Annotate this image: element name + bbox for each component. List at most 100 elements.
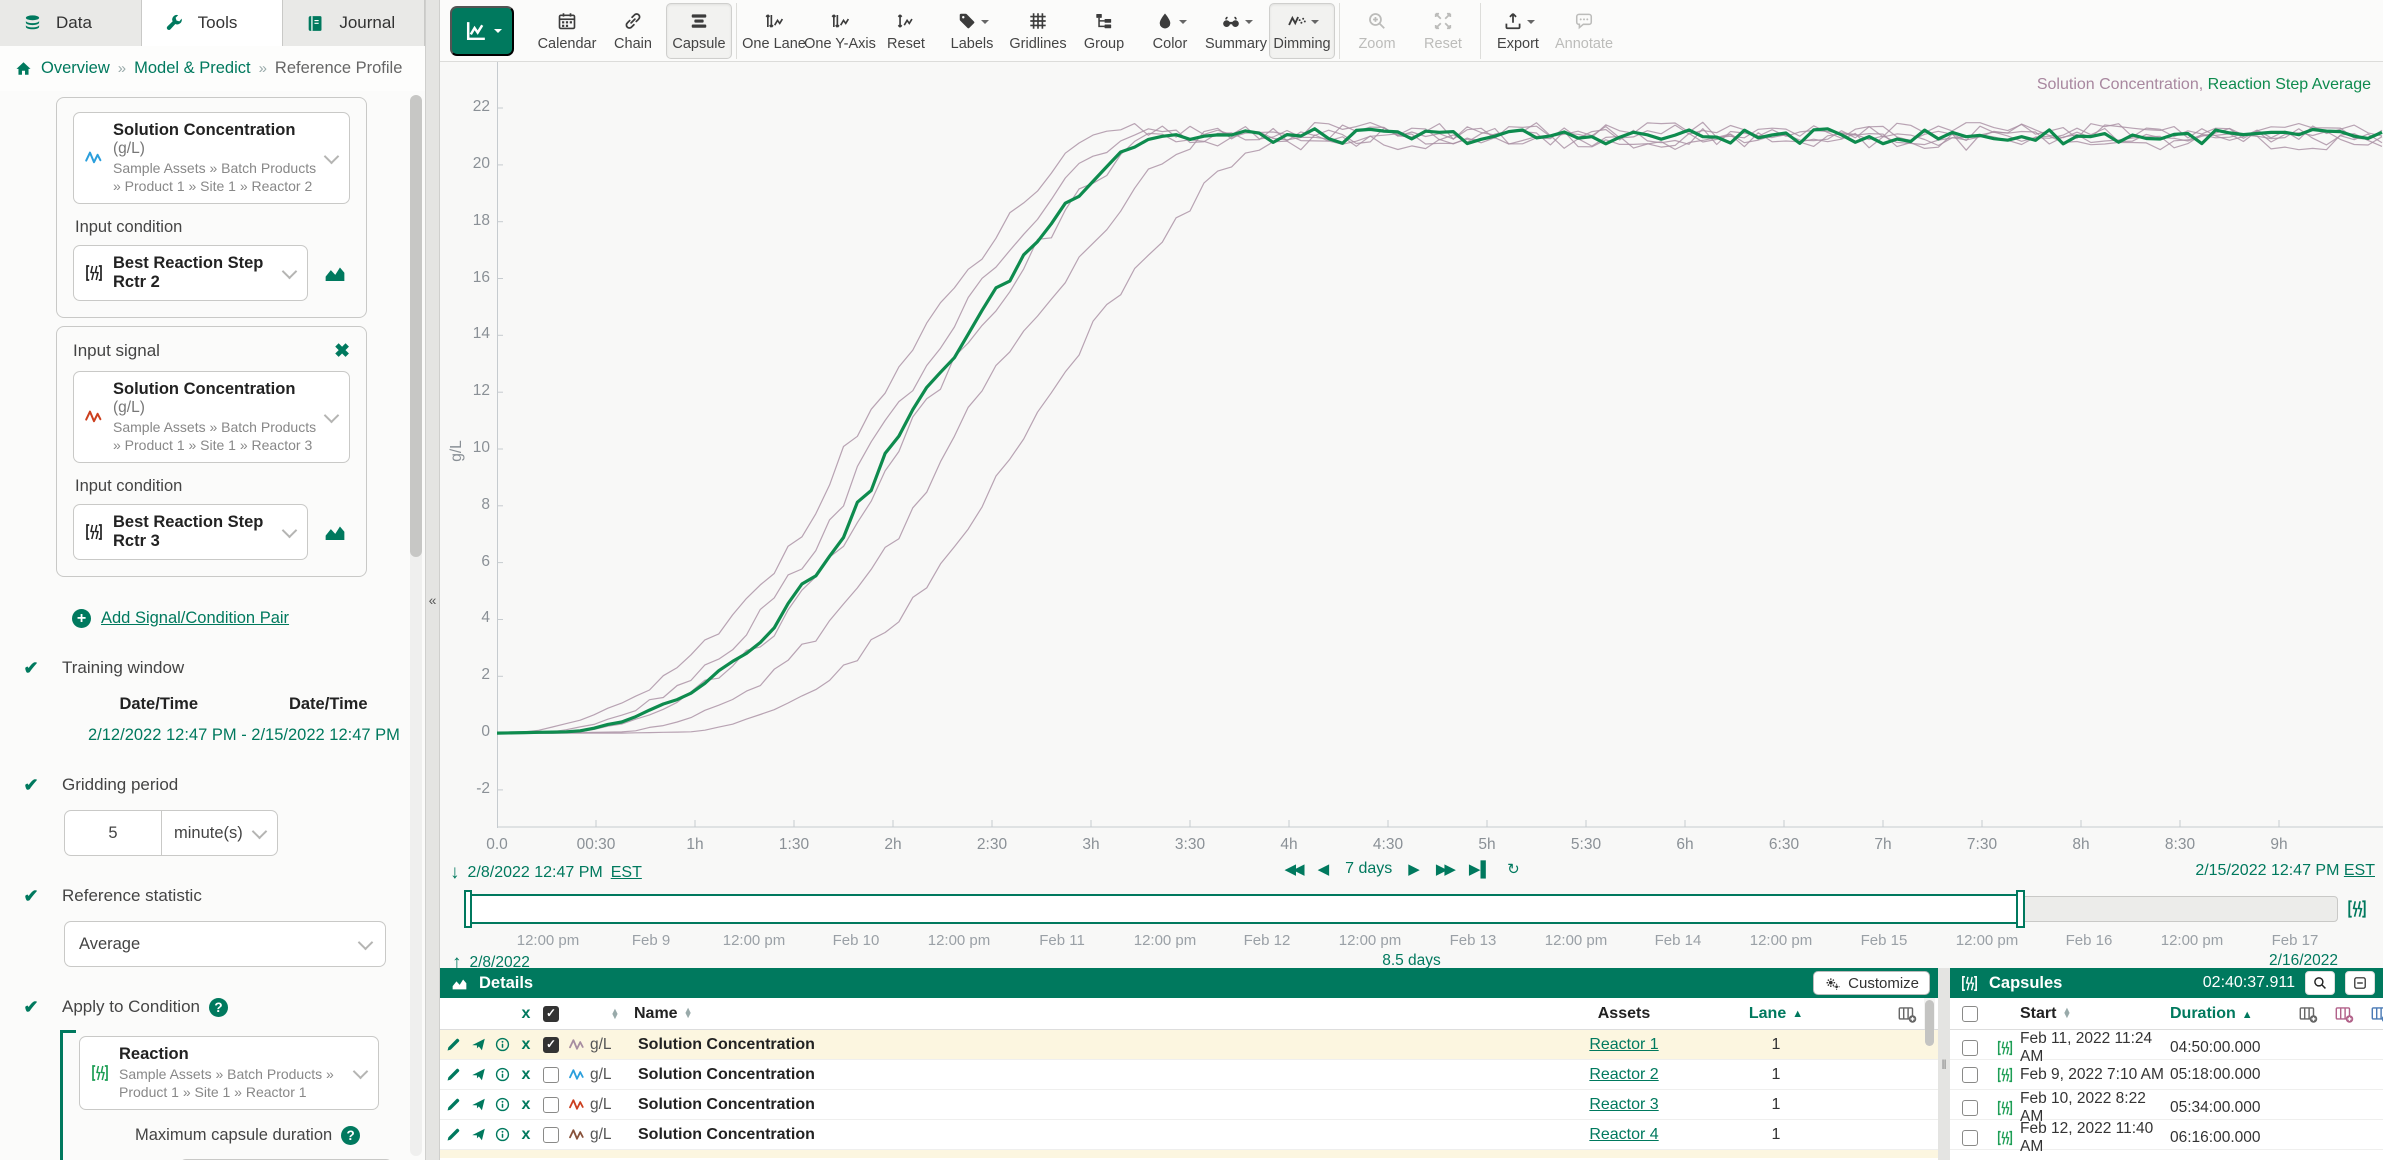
timezone-link[interactable]: EST xyxy=(2344,862,2375,879)
sort-icon[interactable]: ▲▼ xyxy=(2062,1008,2071,1018)
toolbar-dimming-button[interactable]: Dimming xyxy=(1269,3,1335,59)
toolbar-reset-button[interactable]: Reset xyxy=(873,3,939,59)
apply-condition-select[interactable]: Reaction Sample Assets » Batch Products … xyxy=(79,1036,379,1110)
help-icon[interactable]: ? xyxy=(341,1126,360,1145)
zoom-to-capsule-button[interactable] xyxy=(2305,971,2335,995)
toolbar-labels-button[interactable]: Labels xyxy=(939,3,1005,59)
timebar-track[interactable] xyxy=(464,896,2338,922)
toolbar-group-button[interactable]: Group xyxy=(1071,3,1137,59)
name-column-header[interactable]: Name▲▼ xyxy=(634,1005,1524,1023)
row-checkbox[interactable] xyxy=(543,1097,559,1113)
remove-icon[interactable]: x xyxy=(514,1066,538,1084)
remove-pair-icon[interactable]: ✖ xyxy=(334,342,350,361)
legend-reaction-step-average[interactable]: Reaction Step Average xyxy=(2208,76,2371,93)
tab-journal[interactable]: Journal xyxy=(283,0,425,46)
start-column-header[interactable]: Start▲▼ xyxy=(2020,1005,2170,1023)
input-signal-select-1[interactable]: Solution Concentration (g/L) Sample Asse… xyxy=(73,112,350,204)
area-chart-icon[interactable] xyxy=(320,519,350,545)
reference-statistic-select[interactable]: Average xyxy=(64,921,386,967)
row-checkbox[interactable] xyxy=(543,1127,559,1143)
refresh-icon[interactable]: ↻ xyxy=(1507,860,1520,878)
capsule-checkbox[interactable] xyxy=(1962,1130,1978,1146)
panel-resize-handle[interactable]: ‖ xyxy=(1938,968,1950,1160)
toolbar-color-button[interactable]: Color xyxy=(1137,3,1203,59)
step-size-label[interactable]: 7 days xyxy=(1345,860,1392,878)
collapse-panel-button[interactable] xyxy=(2345,971,2375,995)
breadcrumb-overview[interactable]: Overview xyxy=(41,59,110,78)
duration-column-header[interactable]: Duration▲ xyxy=(2170,1005,2292,1023)
legend-solution-concentration[interactable]: Solution Concentration xyxy=(2037,76,2199,93)
capsule-checkbox[interactable] xyxy=(1962,1040,1978,1056)
step-back-fast-button[interactable]: ◀◀ xyxy=(1285,860,1302,878)
capsule-icon[interactable] xyxy=(2346,898,2368,920)
toolbar-one-lane-button[interactable]: One Lane xyxy=(741,3,807,59)
step-back-button[interactable]: ◀ xyxy=(1318,860,1330,878)
timebar-end-date[interactable]: 2/16/2022 xyxy=(2269,952,2338,970)
toolbar-reset-button[interactable]: Reset xyxy=(1410,3,1476,59)
asset-link[interactable]: Reactor 2 xyxy=(1589,1066,1658,1084)
trend-view-button[interactable] xyxy=(450,6,514,56)
step-to-end-button[interactable]: ▶▌ xyxy=(1469,860,1491,878)
timebar-selected-range[interactable] xyxy=(464,894,2022,924)
toolbar-gridlines-button[interactable]: Gridlines xyxy=(1005,3,1071,59)
timebar-left-handle[interactable] xyxy=(464,890,472,928)
toolbar-annotate-button[interactable]: Annotate xyxy=(1551,3,1617,59)
remove-all-column-header[interactable]: x xyxy=(514,1005,538,1023)
remove-icon[interactable]: x xyxy=(514,1096,538,1114)
details-scrollbar[interactable] xyxy=(1924,998,1935,1029)
gridding-unit-select[interactable]: minute(s) xyxy=(162,810,278,856)
timebar-right-handle[interactable] xyxy=(2016,890,2025,928)
gridding-value-input[interactable]: 5 xyxy=(64,810,162,856)
tab-data[interactable]: Data xyxy=(0,0,142,46)
capsule-row[interactable]: Feb 12, 2022 11:40 AM06:16:00.000 xyxy=(1950,1120,2383,1150)
remove-icon[interactable]: x xyxy=(514,1036,538,1054)
assets-column-header[interactable]: Assets xyxy=(1524,1005,1724,1023)
toolbar-zoom-button[interactable]: Zoom xyxy=(1344,3,1410,59)
details-row[interactable]: xg/LSolution ConcentrationReactor 21 xyxy=(440,1060,1938,1090)
remove-icon[interactable]: x xyxy=(514,1126,538,1144)
home-icon[interactable] xyxy=(14,59,33,78)
chart-plot-area[interactable] xyxy=(497,62,2383,828)
capsule-row[interactable]: Feb 11, 2022 11:24 AM04:50:00.000 xyxy=(1950,1030,2383,1060)
tab-tools[interactable]: Tools xyxy=(142,0,284,46)
input-condition-select-2[interactable]: Best Reaction Step Rctr 3 xyxy=(73,504,308,560)
training-window-range[interactable]: 2/12/2022 12:47 PM - 2/15/2022 12:47 PM xyxy=(88,726,399,745)
capsule-checkbox[interactable] xyxy=(1962,1100,1978,1116)
collapse-sidebar-handle[interactable]: « xyxy=(425,0,440,1160)
range-start[interactable]: ↓ 2/8/2022 12:47 PM EST xyxy=(450,862,642,884)
asset-link[interactable]: Reactor 3 xyxy=(1589,1096,1658,1114)
breadcrumb-model-predict[interactable]: Model & Predict xyxy=(134,59,250,78)
asset-link[interactable]: Reactor 1 xyxy=(1589,1036,1658,1054)
timebar-start-date[interactable]: ↑ 2/8/2022 xyxy=(452,952,530,974)
select-all-checkbox[interactable] xyxy=(543,1006,559,1022)
input-signal-select-2[interactable]: Solution Concentration (g/L) Sample Asse… xyxy=(73,371,350,463)
step-forward-button[interactable]: ▶ xyxy=(1408,860,1420,878)
sort-icon[interactable]: ▲▼ xyxy=(611,1009,620,1019)
customize-button[interactable]: Customize xyxy=(1813,971,1930,995)
input-condition-select-1[interactable]: Best Reaction Step Rctr 2 xyxy=(73,245,308,301)
toolbar-calendar-button[interactable]: Calendar xyxy=(534,3,600,59)
details-row[interactable]: xg/LSolution ConcentrationReactor 11 xyxy=(440,1030,1938,1060)
toolbar-summary-button[interactable]: Summary xyxy=(1203,3,1269,59)
sidebar-scrollbar[interactable] xyxy=(410,95,422,1156)
toolbar-capsule-button[interactable]: Capsule xyxy=(666,3,732,59)
add-signal-condition-pair-link[interactable]: + Add Signal/Condition Pair xyxy=(72,609,399,628)
capsule-checkbox[interactable] xyxy=(1962,1067,1978,1083)
toolbar-export-button[interactable]: Export xyxy=(1485,3,1551,59)
select-all-capsules-checkbox[interactable] xyxy=(1962,1006,1978,1022)
details-row[interactable]: xg/LSolution ConcentrationReactor 31 xyxy=(440,1090,1938,1120)
lane-column-header[interactable]: Lane▲ xyxy=(1724,1005,1828,1023)
timezone-link[interactable]: EST xyxy=(611,864,642,882)
details-row[interactable]: xg/LSolution ConcentrationReactor 41 xyxy=(440,1120,1938,1150)
toolbar-one-y-axis-button[interactable]: One Y-Axis xyxy=(807,3,873,59)
step-forward-fast-button[interactable]: ▶▶ xyxy=(1436,860,1453,878)
range-end[interactable]: 2/15/2022 12:47 PM EST xyxy=(2195,862,2375,880)
row-checkbox[interactable] xyxy=(543,1037,559,1053)
row-checkbox[interactable] xyxy=(543,1067,559,1083)
capsule-row[interactable]: Feb 10, 2022 8:22 AM05:34:00.000 xyxy=(1950,1090,2383,1120)
asset-link[interactable]: Reactor 4 xyxy=(1589,1126,1658,1144)
sort-icon[interactable]: ▲▼ xyxy=(684,1008,693,1018)
toolbar-chain-button[interactable]: Chain xyxy=(600,3,666,59)
help-icon[interactable]: ? xyxy=(209,998,228,1017)
area-chart-icon[interactable] xyxy=(320,260,350,286)
